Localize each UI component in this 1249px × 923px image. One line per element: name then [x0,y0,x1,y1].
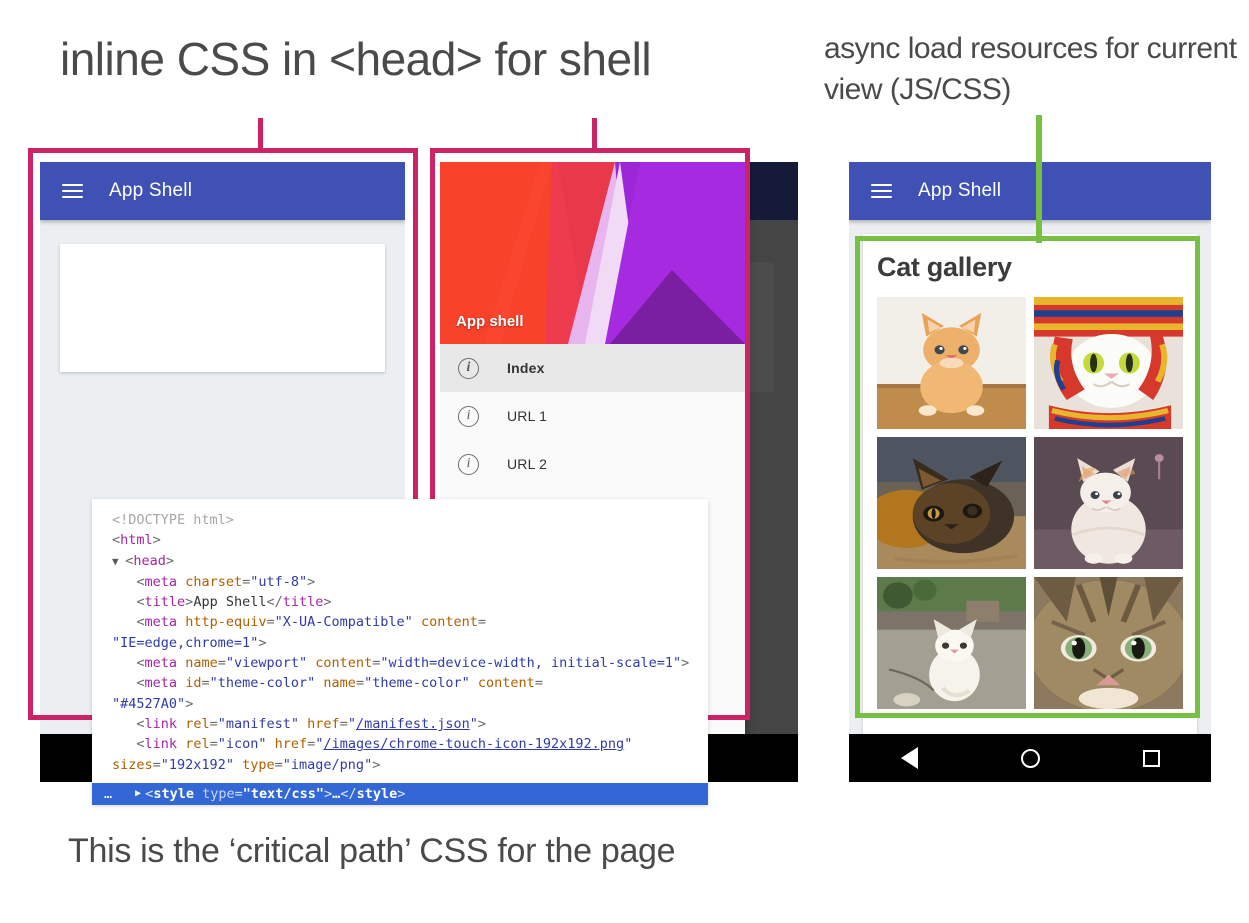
code-line-link-icon: <link rel="icon" href="/images/chrome-to… [112,734,708,775]
hamburger-icon[interactable] [871,184,892,198]
code-line-head-open: ▼ <head> [112,551,708,572]
hamburger-icon[interactable] [62,184,83,198]
connector-line-middle [592,118,597,150]
recents-square-icon[interactable] [1143,750,1160,767]
drawer-header-label: App shell [456,313,524,330]
val-icon-sizes: 192x192 [169,757,226,773]
connector-line-right [1036,115,1042,243]
val-style-type: text/css [251,786,316,802]
appbar-title: App Shell [109,180,192,202]
code-line-html-open: <html> [112,530,708,550]
devtools-elements-panel: <!DOCTYPE html> <html> ▼ <head> <meta ch… [92,499,708,805]
annotation-box-gallery [855,236,1200,718]
selected-code-row-style[interactable]: … ▶ <style type="text/css">…</style> [92,783,708,805]
code-line-title: <title>App Shell</title> [112,592,708,612]
expand-triangle-icon[interactable]: ▶ [135,784,141,804]
overflow-dots-icon[interactable]: … [104,784,113,804]
val-compat-content: IE=edge,chrome=1 [120,635,250,651]
val-theme-content: #4527A0 [120,696,177,712]
code-line-link-manifest: <link rel="manifest" href="/manifest.jso… [112,714,708,734]
val-viewport-content: width=device-width, initial-scale=1 [388,655,672,671]
appbar: App Shell [849,162,1211,220]
code-line-meta-theme: <meta id="theme-color" name="theme-color… [112,673,708,714]
appbar: App Shell [40,162,405,220]
val-title-text: App Shell [193,594,266,610]
appbar-title: App Shell [918,180,1001,202]
slide-canvas: inline CSS in <head> for shell async loa… [0,0,1249,923]
val-theme-id: theme-color [218,675,307,691]
val-theme-name: theme-color [372,675,461,691]
page-title-left: inline CSS in <head> for shell [60,32,651,86]
val-viewport-name: viewport [234,655,299,671]
code-line-meta-charset: <meta charset="utf-8"> [112,572,708,592]
android-navbar [849,734,1211,782]
link-icon-href[interactable]: /images/chrome-touch-icon-192x192.png [323,736,624,752]
home-circle-icon[interactable] [1021,749,1040,768]
connector-line-left [258,118,263,150]
code-line-meta-compat: <meta http-equiv="X-UA-Compatible" conte… [112,612,708,653]
val-http-equiv: X-UA-Compatible [283,614,405,630]
code-lines: <!DOCTYPE html> <html> ▼ <head> <meta ch… [92,499,708,775]
code-line-meta-viewport: <meta name="viewport" content="width=dev… [112,653,708,673]
val-charset: utf-8 [258,574,299,590]
val-icon-type: image/png [291,757,364,773]
val-manifest-rel: manifest [226,716,291,732]
code-line-doctype: <!DOCTYPE html> [112,510,708,530]
back-triangle-icon[interactable] [901,747,918,769]
page-caption: This is the ‘critical path’ CSS for the … [68,832,675,871]
val-icon-rel: icon [226,736,259,752]
page-title-right: async load resources for current view (J… [824,28,1244,110]
link-manifest-href[interactable]: /manifest.json [356,716,470,732]
